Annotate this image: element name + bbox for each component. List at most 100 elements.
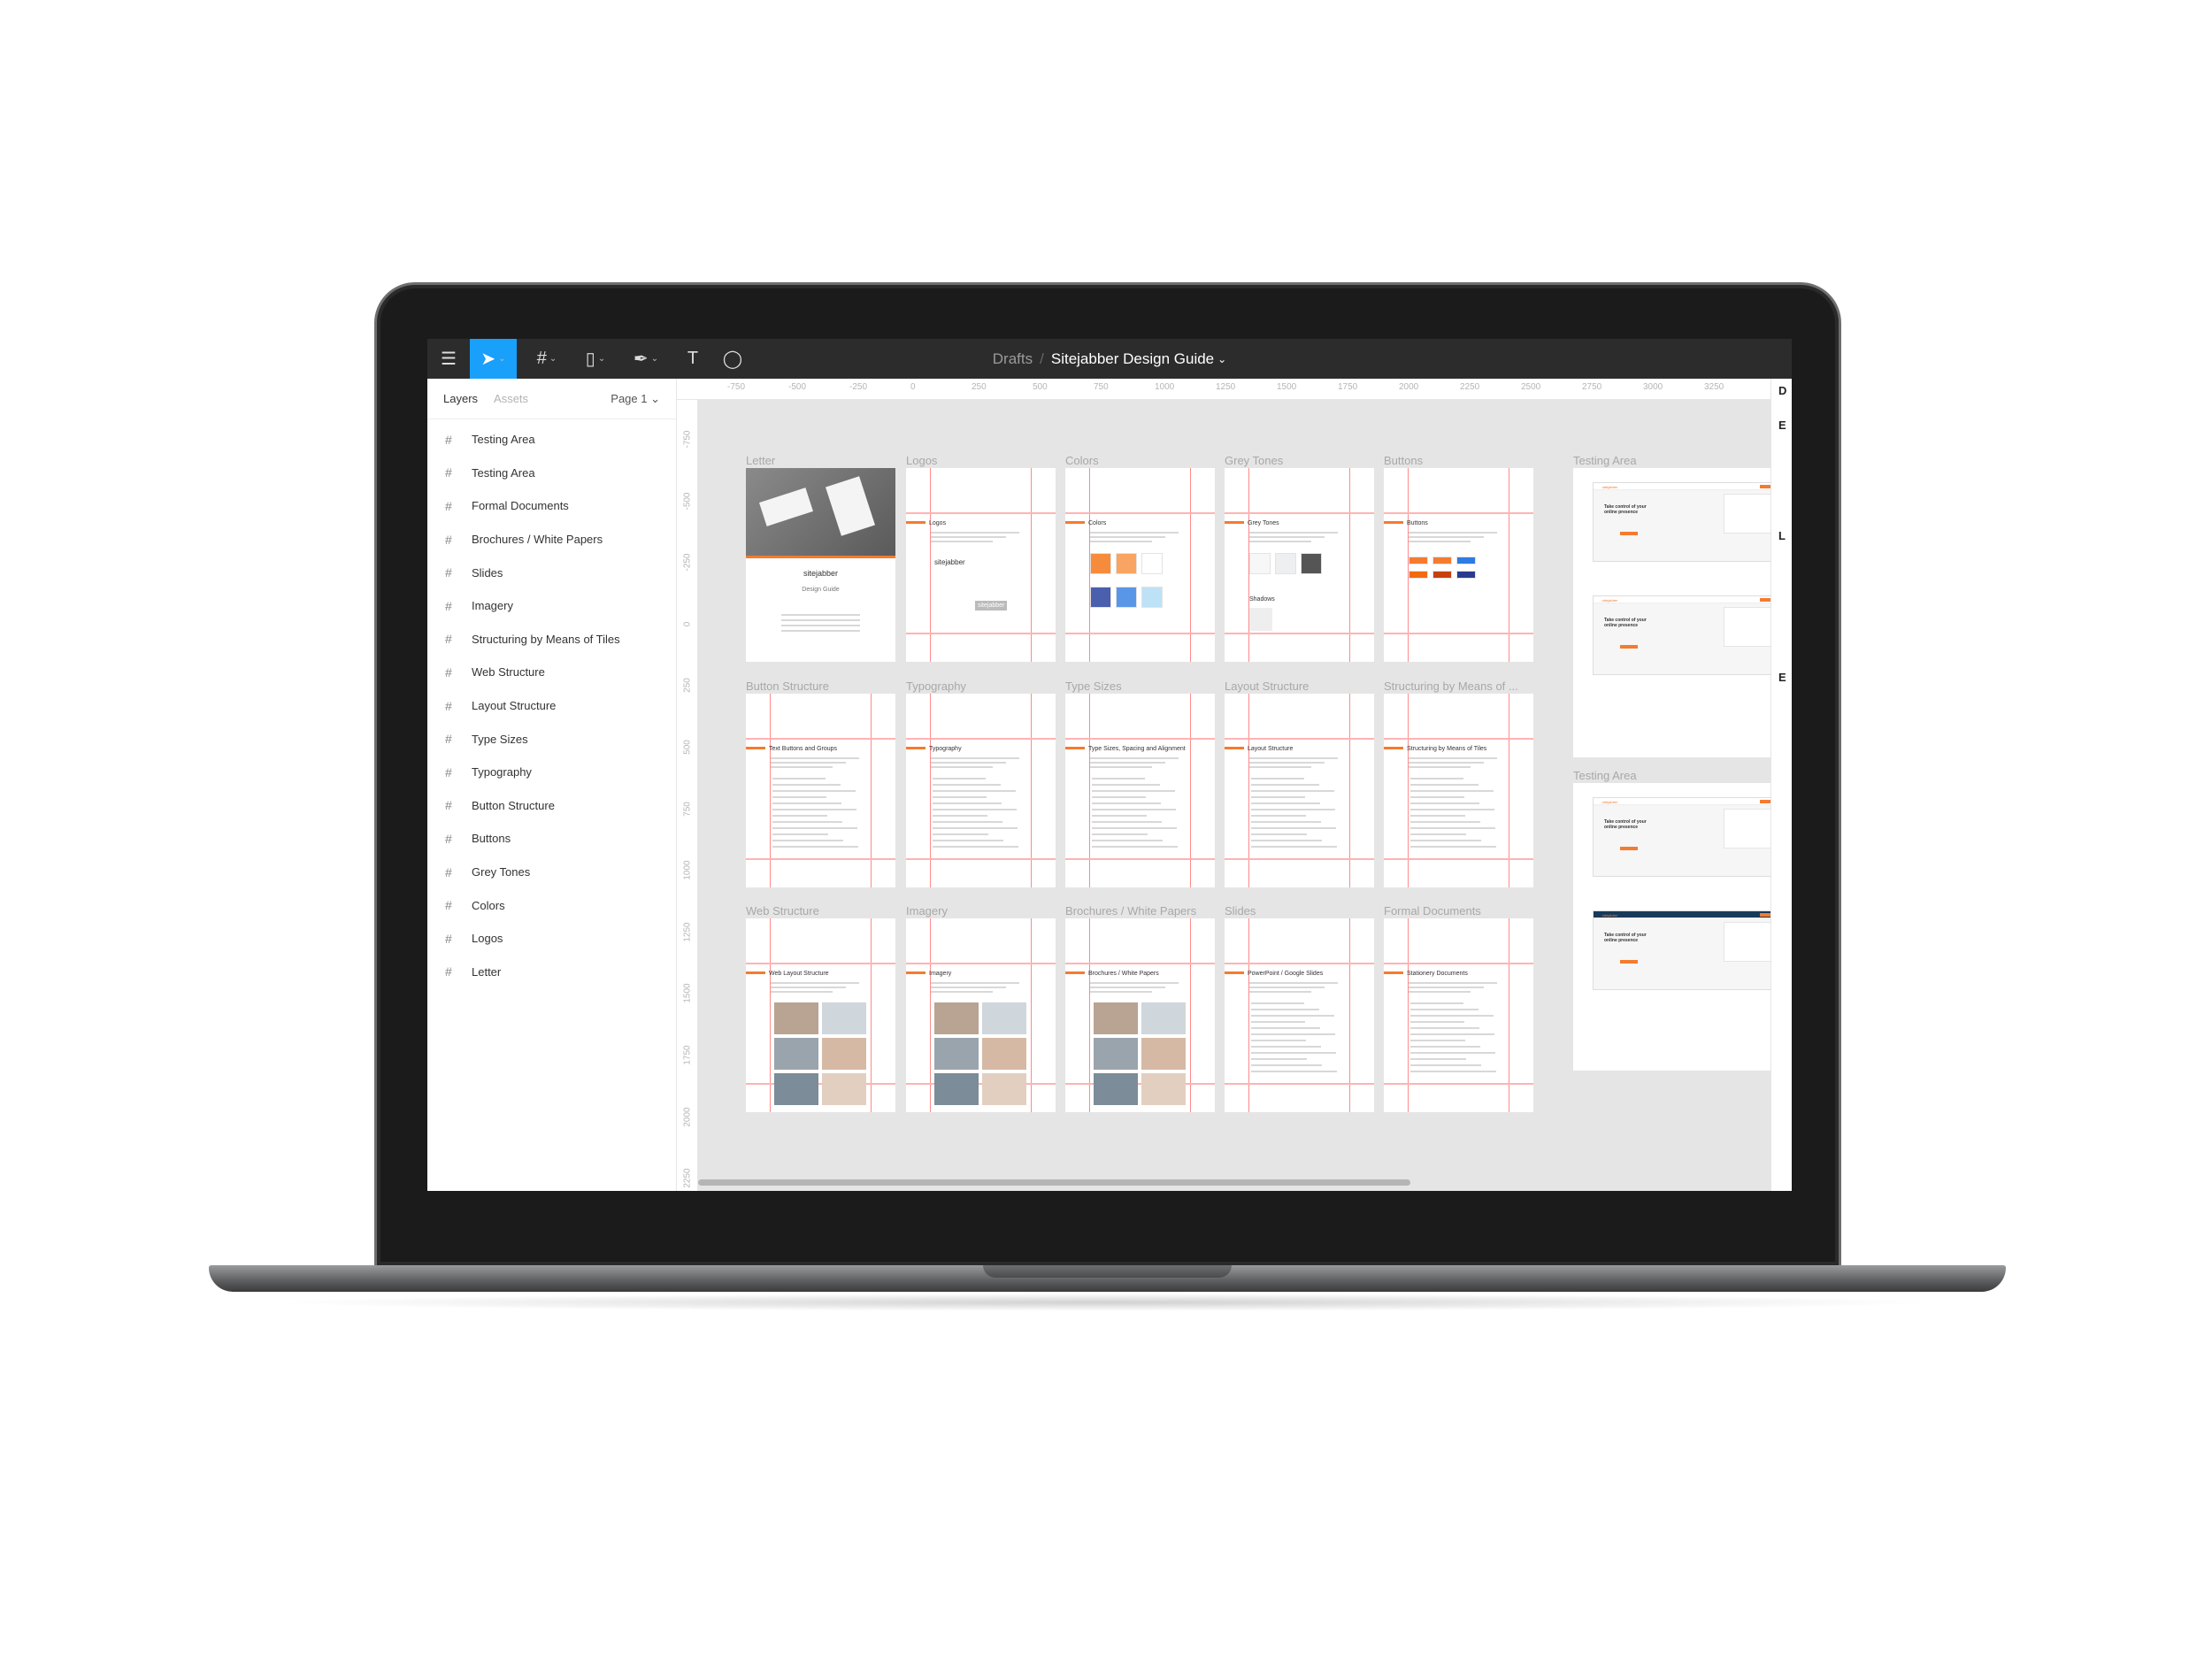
artboard-frame[interactable]: Logos sitejabber sitejabber: [906, 468, 1056, 662]
color-swatch: [1409, 557, 1428, 564]
frame-icon: #: [445, 432, 452, 447]
layer-item[interactable]: # Layout Structure: [427, 689, 676, 723]
text-line: [1410, 840, 1481, 841]
ruler-tick-label: 500: [1033, 382, 1048, 392]
horizontal-scrollbar[interactable]: [698, 1179, 1410, 1186]
artboard-frame[interactable]: Web Layout Structure: [746, 918, 895, 1112]
layer-item[interactable]: # Typography: [427, 756, 676, 789]
layer-item[interactable]: # Formal Documents: [427, 489, 676, 523]
layer-item[interactable]: # Button Structure: [427, 789, 676, 823]
layer-item[interactable]: # Testing Area: [427, 423, 676, 457]
testing-area-frame[interactable]: sitejabber Take control of your online pr…: [1573, 783, 1770, 1071]
frame-label[interactable]: Colors: [1065, 454, 1215, 467]
layer-label: Letter: [472, 964, 502, 979]
layer-item[interactable]: # Colors: [427, 888, 676, 922]
text-line: [1410, 784, 1479, 786]
ruler-tick-label: 750: [1094, 382, 1109, 392]
frame-label[interactable]: Testing Area: [1573, 769, 1637, 782]
artboard-frame[interactable]: Colors: [1065, 468, 1215, 662]
layer-item[interactable]: # Slides: [427, 556, 676, 589]
figma-window: ☰ ➤ ⌄ # ⌄ ▯ ⌄ ✒ ⌄ T ◯ Drafts / Sitejabber Design G…: [427, 339, 1792, 1191]
frame-label[interactable]: Structuring by Means of ...: [1384, 680, 1533, 693]
text-line: [1410, 1040, 1465, 1041]
thumbnail-image: [774, 1038, 818, 1070]
text-line: [781, 619, 860, 621]
frame-label[interactable]: Imagery: [906, 904, 1056, 918]
layout-guide: [1065, 633, 1215, 634]
tab-layers[interactable]: Layers: [443, 392, 478, 405]
ruler-tick-label: 2250: [682, 1168, 693, 1188]
layer-item[interactable]: # Testing Area: [427, 457, 676, 490]
layout-guide: [1065, 512, 1215, 514]
orange-divider: [746, 555, 895, 558]
layer-item[interactable]: # Buttons: [427, 822, 676, 856]
layer-item[interactable]: # Type Sizes: [427, 722, 676, 756]
testing-area-frame[interactable]: sitejabber Take control of your online pr…: [1573, 468, 1770, 757]
layer-item[interactable]: # Logos: [427, 922, 676, 956]
panel-label: L: [1778, 529, 1786, 542]
text-line: [1410, 1064, 1481, 1066]
artboard-frame[interactable]: Buttons: [1384, 468, 1533, 662]
artboard-frame[interactable]: sitejabber Design Guide: [746, 468, 895, 662]
text-line: [1410, 846, 1496, 848]
frame-label[interactable]: Buttons: [1384, 454, 1533, 467]
artboard-frame[interactable]: Imagery: [906, 918, 1056, 1112]
text-line: [1410, 815, 1465, 817]
frame-label[interactable]: Typography: [906, 680, 1056, 693]
text-line: [931, 987, 1006, 988]
text-line: [933, 821, 1002, 823]
text-line: [1410, 1071, 1496, 1072]
text-line: [1409, 766, 1471, 768]
frame-label[interactable]: Formal Documents: [1384, 904, 1533, 918]
text-line: [771, 762, 846, 764]
frame-label[interactable]: Button Structure: [746, 680, 895, 693]
layout-guide: [1225, 633, 1374, 634]
layer-item[interactable]: # Letter: [427, 956, 676, 989]
frame-icon: #: [445, 664, 452, 680]
frame-label[interactable]: Web Structure: [746, 904, 895, 918]
frame-label[interactable]: Brochures / White Papers: [1065, 904, 1215, 918]
frame-label[interactable]: Letter: [746, 454, 895, 467]
frame-label[interactable]: Logos: [906, 454, 1056, 467]
canvas[interactable]: Letter sitejabber Design Guide Logos Logos si…: [698, 400, 1770, 1191]
frame-label[interactable]: Type Sizes: [1065, 680, 1215, 693]
layer-item[interactable]: # Web Structure: [427, 656, 676, 689]
thumbnail-image: [822, 1038, 866, 1070]
frame-label[interactable]: Layout Structure: [1225, 680, 1374, 693]
text-line: [931, 541, 993, 542]
artboard-frame[interactable]: Brochures / White Papers: [1065, 918, 1215, 1112]
layer-item[interactable]: # Structuring by Means of Tiles: [427, 623, 676, 657]
file-name[interactable]: Sitejabber Design Guide: [1051, 350, 1214, 368]
artboard-frame[interactable]: PowerPoint / Google Slides: [1225, 918, 1374, 1112]
page-selector[interactable]: Page 1 ⌄: [611, 392, 660, 406]
text-line: [1251, 790, 1334, 792]
tab-assets[interactable]: Assets: [494, 392, 528, 405]
chevron-down-icon[interactable]: ⌄: [1217, 353, 1226, 365]
layer-item[interactable]: # Imagery: [427, 589, 676, 623]
artboard-frame[interactable]: Typography: [906, 694, 1056, 887]
artboard-frame[interactable]: Stationery Documents: [1384, 918, 1533, 1112]
breadcrumb-drafts[interactable]: Drafts: [993, 350, 1033, 368]
text-line: [1410, 1002, 1463, 1004]
frame-label[interactable]: Grey Tones: [1225, 454, 1374, 467]
thumbnail-image: [982, 1002, 1026, 1034]
mockup-button: [1620, 960, 1638, 964]
artboard-frame[interactable]: Type Sizes, Spacing and Alignment: [1065, 694, 1215, 887]
layer-item[interactable]: # Grey Tones: [427, 856, 676, 889]
artboard-frame[interactable]: Grey Tones Shadows: [1225, 468, 1374, 662]
frame-icon: #: [445, 764, 452, 779]
layer-item[interactable]: # Brochures / White Papers: [427, 523, 676, 557]
frame-label[interactable]: Testing Area: [1573, 454, 1637, 467]
color-swatch: [1456, 571, 1476, 579]
text-line: [1410, 1021, 1464, 1023]
artboard-frame[interactable]: Text Buttons and Groups: [746, 694, 895, 887]
text-line: [1249, 532, 1338, 534]
artboard-frame[interactable]: Structuring by Means of Tiles: [1384, 694, 1533, 887]
text-line: [1092, 827, 1177, 829]
layout-guide: [1065, 858, 1215, 860]
text-line: [1251, 821, 1321, 823]
layer-label: Formal Documents: [472, 499, 569, 513]
text-line: [781, 614, 860, 616]
artboard-frame[interactable]: Layout Structure: [1225, 694, 1374, 887]
frame-label[interactable]: Slides: [1225, 904, 1374, 918]
